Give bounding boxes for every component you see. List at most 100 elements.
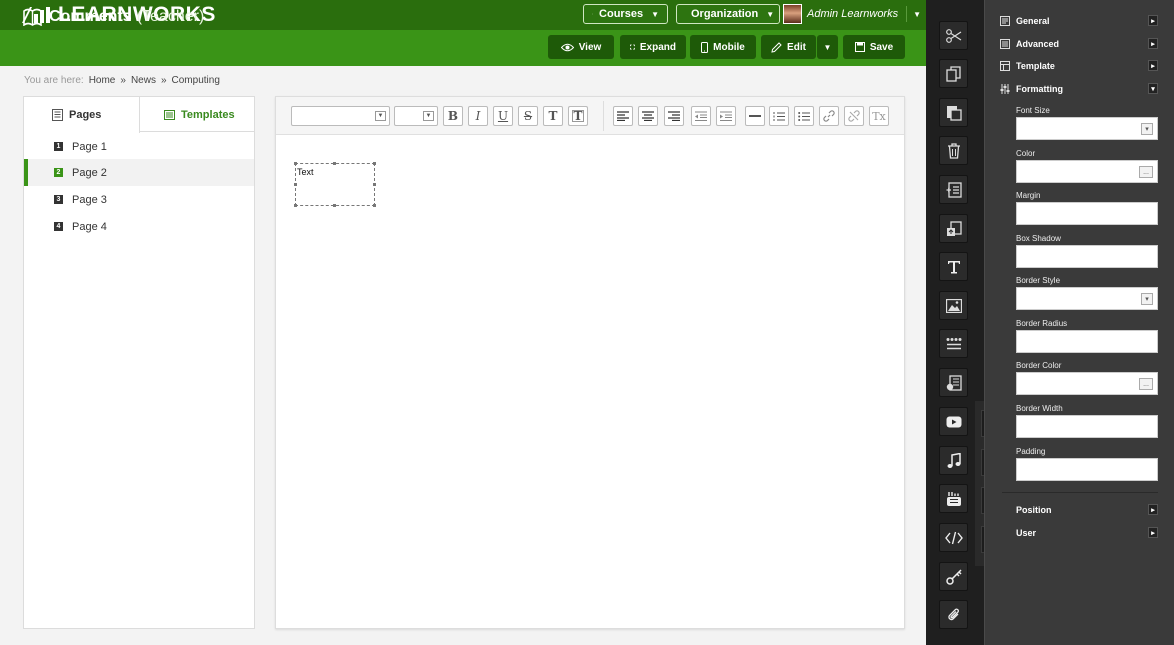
chevron-down-icon[interactable]: ▼ xyxy=(913,10,921,19)
section-general[interactable]: General ▸ xyxy=(1000,13,1158,29)
border-radius-field[interactable] xyxy=(1016,330,1158,353)
cut-tool[interactable] xyxy=(939,21,968,50)
tab-templates[interactable]: Templates xyxy=(164,97,235,132)
border-width-field[interactable] xyxy=(1016,415,1158,438)
organization-menu-button[interactable]: Organization ▼ xyxy=(676,4,780,24)
expand-button[interactable]: Expand xyxy=(620,35,686,59)
text-box-element[interactable]: Text xyxy=(294,162,376,207)
courses-menu-button[interactable]: Courses ▼ xyxy=(583,4,668,24)
box-shadow-field[interactable] xyxy=(1016,245,1158,268)
scissors-icon xyxy=(945,28,961,43)
mobile-button[interactable]: Mobile xyxy=(690,35,756,59)
image-icon xyxy=(945,298,962,313)
add-page-tool[interactable] xyxy=(939,175,968,204)
editor-canvas[interactable]: ▼ ▼ B I U S T T Tx Text xyxy=(275,96,905,629)
video-tool[interactable] xyxy=(939,407,968,436)
copy-tool[interactable] xyxy=(939,59,968,88)
breadcrumb-computing[interactable]: Computing xyxy=(172,75,220,86)
numbered-list-button[interactable] xyxy=(769,106,789,126)
resize-handle[interactable] xyxy=(373,162,376,165)
clear-format-button[interactable]: Tx xyxy=(869,106,889,126)
page-number-badge: 1 xyxy=(54,142,63,151)
bullet-list-button[interactable] xyxy=(794,106,814,126)
align-right-button[interactable] xyxy=(664,106,684,126)
font-size-label: Font Size xyxy=(1016,106,1050,115)
paste-tool[interactable] xyxy=(939,98,968,127)
bold-button[interactable]: B xyxy=(443,106,463,126)
outdent-button[interactable] xyxy=(691,106,711,126)
page-number-badge: 2 xyxy=(54,168,63,177)
align-left-button[interactable] xyxy=(613,106,633,126)
tab-pages[interactable]: Pages xyxy=(24,97,140,133)
section-position[interactable]: Position ▸ xyxy=(1016,502,1158,518)
color-field[interactable]: ... xyxy=(1016,160,1158,183)
resize-handle[interactable] xyxy=(333,204,336,207)
key-tool[interactable] xyxy=(939,562,968,591)
color-picker-button[interactable]: ... xyxy=(1139,378,1153,390)
border-width-label: Border Width xyxy=(1016,404,1063,413)
audio-tool[interactable] xyxy=(939,446,968,475)
horizontal-rule-button[interactable] xyxy=(745,106,765,126)
box-shadow-label: Box Shadow xyxy=(1016,234,1061,243)
view-button[interactable]: View xyxy=(548,35,614,59)
resize-handle[interactable] xyxy=(373,183,376,186)
youtube-tool[interactable] xyxy=(939,484,968,513)
divider xyxy=(906,6,908,22)
image-tool[interactable] xyxy=(939,291,968,320)
border-color-field[interactable]: ... xyxy=(1016,372,1158,395)
section-template[interactable]: Template ▸ xyxy=(1000,58,1158,74)
breadcrumb-news[interactable]: News xyxy=(131,75,156,86)
chevron-right-icon: ▸ xyxy=(1148,527,1158,538)
list-item[interactable]: 1 Page 1 xyxy=(24,133,254,160)
resize-handle[interactable] xyxy=(294,204,297,207)
section-user[interactable]: User ▸ xyxy=(1016,525,1158,541)
margin-field[interactable] xyxy=(1016,202,1158,225)
chevron-down-icon: ▾ xyxy=(1141,293,1153,305)
chevron-down-icon: ▼ xyxy=(375,111,386,121)
resize-handle[interactable] xyxy=(294,162,297,165)
color-label: Color xyxy=(1016,149,1036,158)
page-label: Page 1 xyxy=(72,140,107,153)
page-number-badge: 4 xyxy=(54,222,63,231)
font-size-select[interactable]: ▼ xyxy=(394,106,438,126)
list-item[interactable]: 4 Page 4 xyxy=(24,213,254,240)
unlink-button[interactable] xyxy=(844,106,864,126)
edit-button[interactable]: Edit xyxy=(761,35,816,59)
edit-label: Edit xyxy=(787,41,806,53)
sliders-icon xyxy=(1000,84,1010,94)
border-style-select[interactable]: ▾ xyxy=(1016,287,1158,310)
list-tool[interactable] xyxy=(939,329,968,358)
resize-handle[interactable] xyxy=(373,204,376,207)
padding-field[interactable] xyxy=(1016,458,1158,481)
underline-button[interactable]: U xyxy=(493,106,513,126)
section-formatting[interactable]: Formatting ▾ xyxy=(1000,81,1158,97)
strikethrough-button[interactable]: S xyxy=(518,106,538,126)
quiz-tool[interactable] xyxy=(939,368,968,397)
list-item[interactable]: 2 Page 2 xyxy=(24,159,254,186)
delete-tool[interactable] xyxy=(939,136,968,165)
text-box-button[interactable]: T xyxy=(568,106,588,126)
import-page-tool[interactable] xyxy=(939,214,968,243)
edit-dropdown-button[interactable]: ▼ xyxy=(817,35,838,59)
section-position-label: Position xyxy=(1016,505,1052,515)
font-family-select[interactable]: ▼ xyxy=(291,106,390,126)
section-formatting-label: Formatting xyxy=(1016,84,1063,94)
code-tool[interactable] xyxy=(939,523,968,552)
resize-handle[interactable] xyxy=(294,183,297,186)
font-size-select[interactable]: ▾ xyxy=(1016,117,1158,140)
breadcrumb-home[interactable]: Home xyxy=(89,75,116,86)
copy-icon xyxy=(945,65,961,82)
attachment-tool[interactable] xyxy=(939,600,968,629)
list-item[interactable]: 3 Page 3 xyxy=(24,186,254,213)
text-tool[interactable] xyxy=(939,252,968,281)
italic-button[interactable]: I xyxy=(468,106,488,126)
section-advanced[interactable]: Advanced ▸ xyxy=(1000,36,1158,52)
save-button[interactable]: Save xyxy=(843,35,905,59)
resize-handle[interactable] xyxy=(333,162,336,165)
align-center-button[interactable] xyxy=(638,106,658,126)
color-picker-button[interactable]: ... xyxy=(1139,166,1153,178)
link-button[interactable] xyxy=(819,106,839,126)
user-menu[interactable]: Admin Learnworks ▼ xyxy=(783,4,921,24)
indent-button[interactable] xyxy=(716,106,736,126)
text-style-button[interactable]: T xyxy=(543,106,563,126)
